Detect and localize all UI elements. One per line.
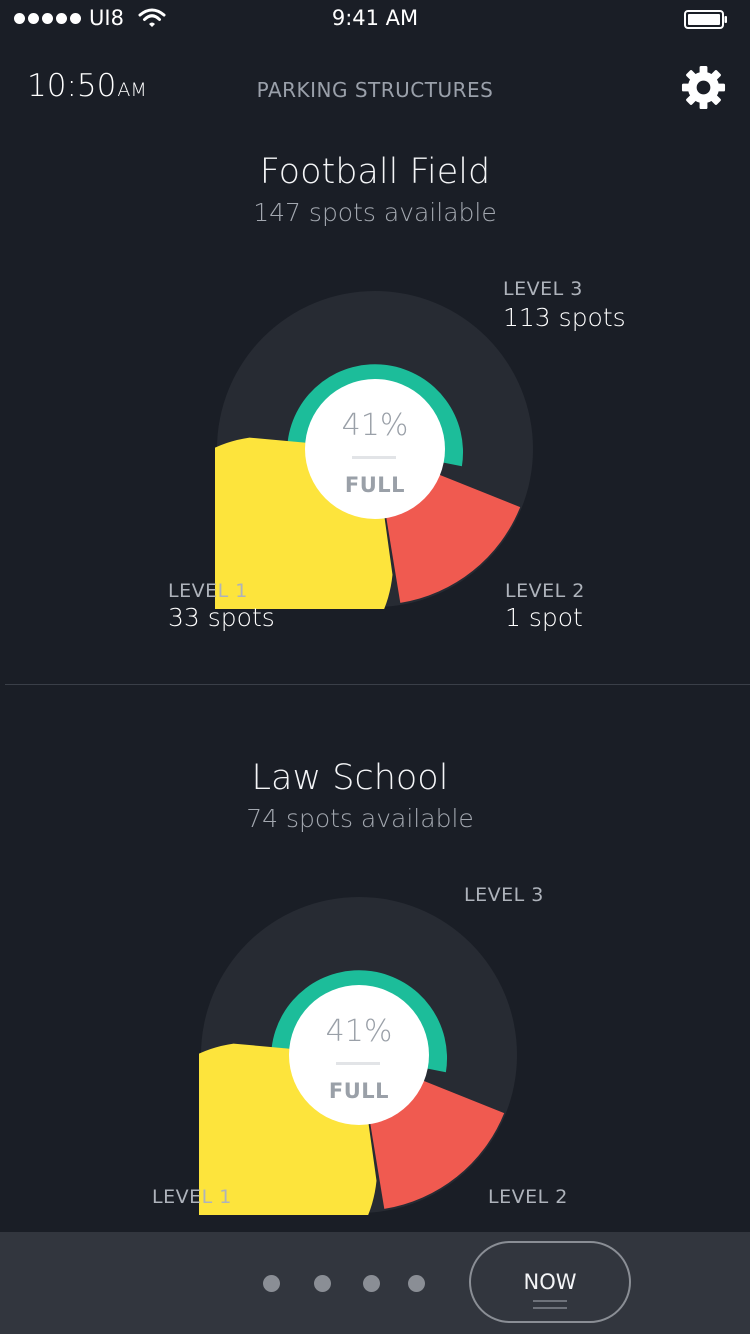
center-divider: [336, 1062, 380, 1065]
level-2-label: LEVEL 2: [505, 580, 585, 602]
status-clock: 9:41 AM: [331, 6, 419, 30]
drag-handle-icon: [533, 1300, 567, 1309]
structure-name: Law School: [251, 758, 449, 798]
occupancy-percent: 41%: [325, 1014, 393, 1049]
page-indicator-dot[interactable]: [363, 1275, 380, 1292]
occupancy-label: FULL: [344, 473, 406, 497]
chart-center: [305, 379, 445, 519]
page-indicator-dot[interactable]: [314, 1275, 331, 1292]
page-indicator-dot[interactable]: [263, 1275, 280, 1292]
page-title: PARKING STRUCTURES: [256, 78, 494, 102]
structure-name: Football Field: [259, 152, 491, 192]
level-2-spots: 1 spot: [505, 603, 583, 632]
level-3-label: LEVEL 3: [503, 278, 583, 300]
level-1-label: LEVEL 1: [168, 580, 248, 602]
occupancy-percent: 41%: [341, 408, 409, 443]
occupancy-polar-chart: [199, 897, 517, 1215]
level-1-spots: 33 spots: [168, 603, 275, 632]
occupancy-label: FULL: [328, 1079, 390, 1103]
center-divider: [352, 456, 396, 459]
battery-icon: [684, 10, 727, 29]
occupancy-polar-chart: [215, 291, 533, 609]
chart-center: [289, 985, 429, 1125]
now-button-label: NOW: [523, 1270, 577, 1294]
structure-availability: 74 spots available: [246, 804, 474, 833]
settings-gear-icon[interactable]: [680, 64, 727, 111]
now-button[interactable]: NOW: [469, 1241, 631, 1323]
structure-availability: 147 spots available: [253, 198, 497, 227]
status-bar: UI8 9:41 AM: [0, 0, 750, 40]
page-indicator-dot[interactable]: [408, 1275, 425, 1292]
level-2-label: LEVEL 2: [488, 1186, 568, 1208]
section-divider: [5, 684, 750, 685]
level-1-label: LEVEL 1: [152, 1186, 232, 1208]
level-3-spots: 113 spots: [503, 303, 626, 332]
level-3-label: LEVEL 3: [464, 884, 544, 906]
